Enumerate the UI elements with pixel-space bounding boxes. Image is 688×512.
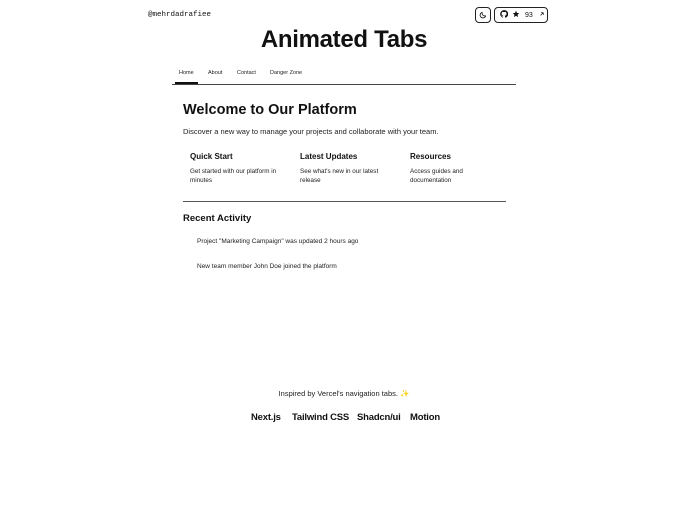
page-title: Animated Tabs	[260, 26, 428, 53]
star-count: 93	[525, 11, 533, 19]
section-divider	[183, 201, 506, 202]
card-title: Latest Updates	[300, 152, 358, 161]
inspired-note: Inspired by Vercel's navigation tabs. ✨	[0, 389, 688, 398]
tech-motion[interactable]: Motion	[410, 412, 440, 423]
tab-about[interactable]: About	[208, 70, 222, 76]
activity-item: New team member John Doe joined the plat…	[197, 263, 337, 270]
star-icon	[512, 10, 520, 20]
card-text: Get started with our platform in minutes	[190, 168, 277, 184]
card-text: See what's new in our latest release	[300, 168, 379, 184]
content-intro: Discover a new way to manage your projec…	[183, 127, 439, 136]
active-tab-indicator	[175, 82, 198, 84]
author-handle[interactable]: @mehrdadrafiee	[148, 11, 211, 19]
tab-contact[interactable]: Contact	[237, 70, 256, 76]
card-title: Resources	[410, 152, 451, 161]
tab-bar: Home About Contact Danger Zone	[172, 64, 516, 85]
content-heading: Welcome to Our Platform	[183, 102, 357, 118]
card-quick-start: Quick Start Get started with our platfor…	[190, 152, 280, 185]
inspired-text: Inspired by Vercel's navigation tabs.	[278, 389, 398, 398]
tech-shadcn[interactable]: Shadcn/ui	[357, 412, 401, 423]
github-star-button[interactable]: 93	[494, 7, 548, 23]
activity-item: Project "Marketing Campaign" was updated…	[197, 238, 359, 245]
tab-home[interactable]: Home	[179, 70, 194, 76]
card-title: Quick Start	[190, 152, 233, 161]
tech-nextjs[interactable]: Next.js	[251, 412, 281, 423]
card-latest-updates: Latest Updates See what's new in our lat…	[300, 152, 390, 185]
sparkle-icon: ✨	[400, 389, 410, 398]
arrow-up-right-icon	[539, 11, 545, 19]
card-resources: Resources Access guides and documentatio…	[410, 152, 480, 185]
tech-tailwind[interactable]: Tailwind CSS	[292, 412, 349, 423]
card-text: Access guides and documentation	[410, 168, 463, 184]
github-icon	[500, 10, 509, 20]
moon-icon	[479, 6, 487, 24]
recent-activity-heading: Recent Activity	[183, 213, 252, 224]
theme-toggle-button[interactable]	[475, 7, 491, 23]
tab-danger-zone[interactable]: Danger Zone	[270, 70, 302, 76]
